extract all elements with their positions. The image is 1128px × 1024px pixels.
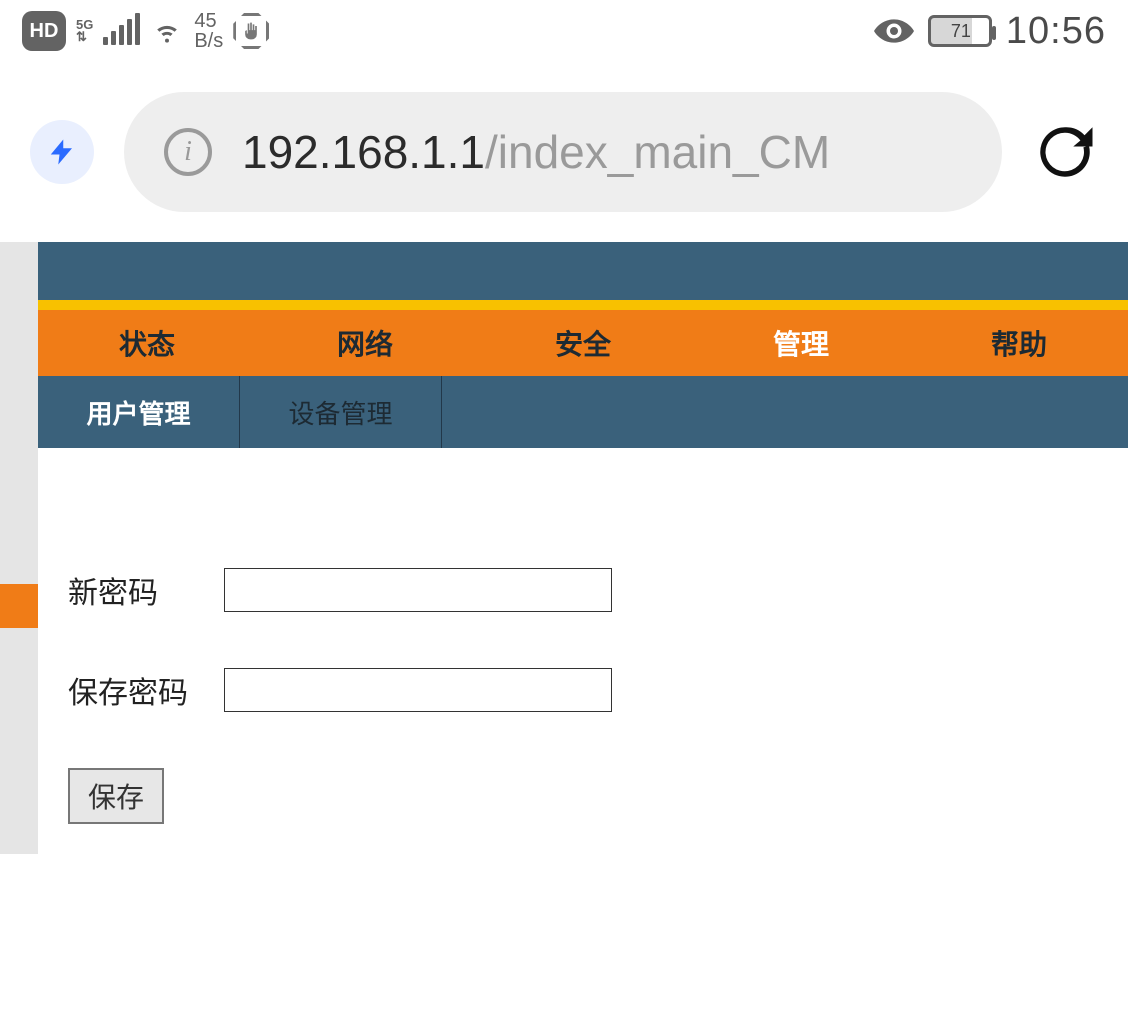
input-confirm-password[interactable] [224, 668, 612, 712]
speed-unit: B/s [194, 31, 223, 51]
wifi-icon [150, 17, 184, 45]
label-new-password: 新密码 [68, 568, 196, 612]
cellular-signal-icon [103, 17, 140, 45]
status-right-group: 71 10:56 [874, 10, 1106, 53]
subtab-user-manage[interactable]: 用户管理 [38, 376, 240, 448]
url-text: 192.168.1.1/index_main_CM [242, 125, 830, 179]
label-confirm-password: 保存密码 [68, 668, 196, 712]
row-new-password: 新密码 [68, 568, 1098, 612]
site-info-icon[interactable]: i [164, 128, 212, 176]
save-button[interactable]: 保存 [68, 768, 164, 824]
hd-badge-icon: HD [22, 11, 66, 51]
subtab-device-manage[interactable]: 设备管理 [240, 376, 442, 448]
tab-manage[interactable]: 管理 [692, 310, 910, 376]
phone-status-bar: HD 5G ⇅ 45 B/s 71 10:56 [0, 0, 1128, 62]
side-marker-icon [0, 584, 38, 628]
input-new-password[interactable] [224, 568, 612, 612]
url-path: /index_main_CM [485, 126, 830, 178]
blocker-icon [233, 13, 269, 49]
address-bar[interactable]: i 192.168.1.1/index_main_CM [124, 92, 1002, 212]
tab-status[interactable]: 状态 [38, 310, 256, 376]
battery-icon: 71 [928, 15, 992, 47]
tab-security[interactable]: 安全 [474, 310, 692, 376]
clock: 10:56 [1006, 10, 1106, 53]
content-area: 新密码 保存密码 保存 [38, 448, 1128, 854]
browser-toolbar: i 192.168.1.1/index_main_CM [0, 62, 1128, 242]
reload-icon[interactable] [1032, 119, 1098, 185]
battery-percent: 71 [951, 21, 971, 42]
url-host: 192.168.1.1 [242, 126, 485, 178]
data-speed-indicator: 45 B/s [194, 11, 223, 51]
amp-bolt-icon[interactable] [30, 120, 94, 184]
network-type-icon: 5G ⇅ [76, 19, 93, 43]
accent-line [38, 300, 1128, 310]
row-confirm-password: 保存密码 [68, 668, 1098, 712]
network-arrows-icon: ⇅ [76, 31, 87, 43]
eye-icon [874, 19, 914, 43]
header-band [38, 242, 1128, 300]
sub-nav: 用户管理 设备管理 [38, 376, 1128, 448]
main-nav: 状态 网络 安全 管理 帮助 [38, 310, 1128, 376]
status-left-group: HD 5G ⇅ 45 B/s [22, 11, 269, 51]
speed-value: 45 [194, 11, 216, 31]
left-gutter [0, 242, 38, 854]
tab-network[interactable]: 网络 [256, 310, 474, 376]
tab-help[interactable]: 帮助 [910, 310, 1128, 376]
